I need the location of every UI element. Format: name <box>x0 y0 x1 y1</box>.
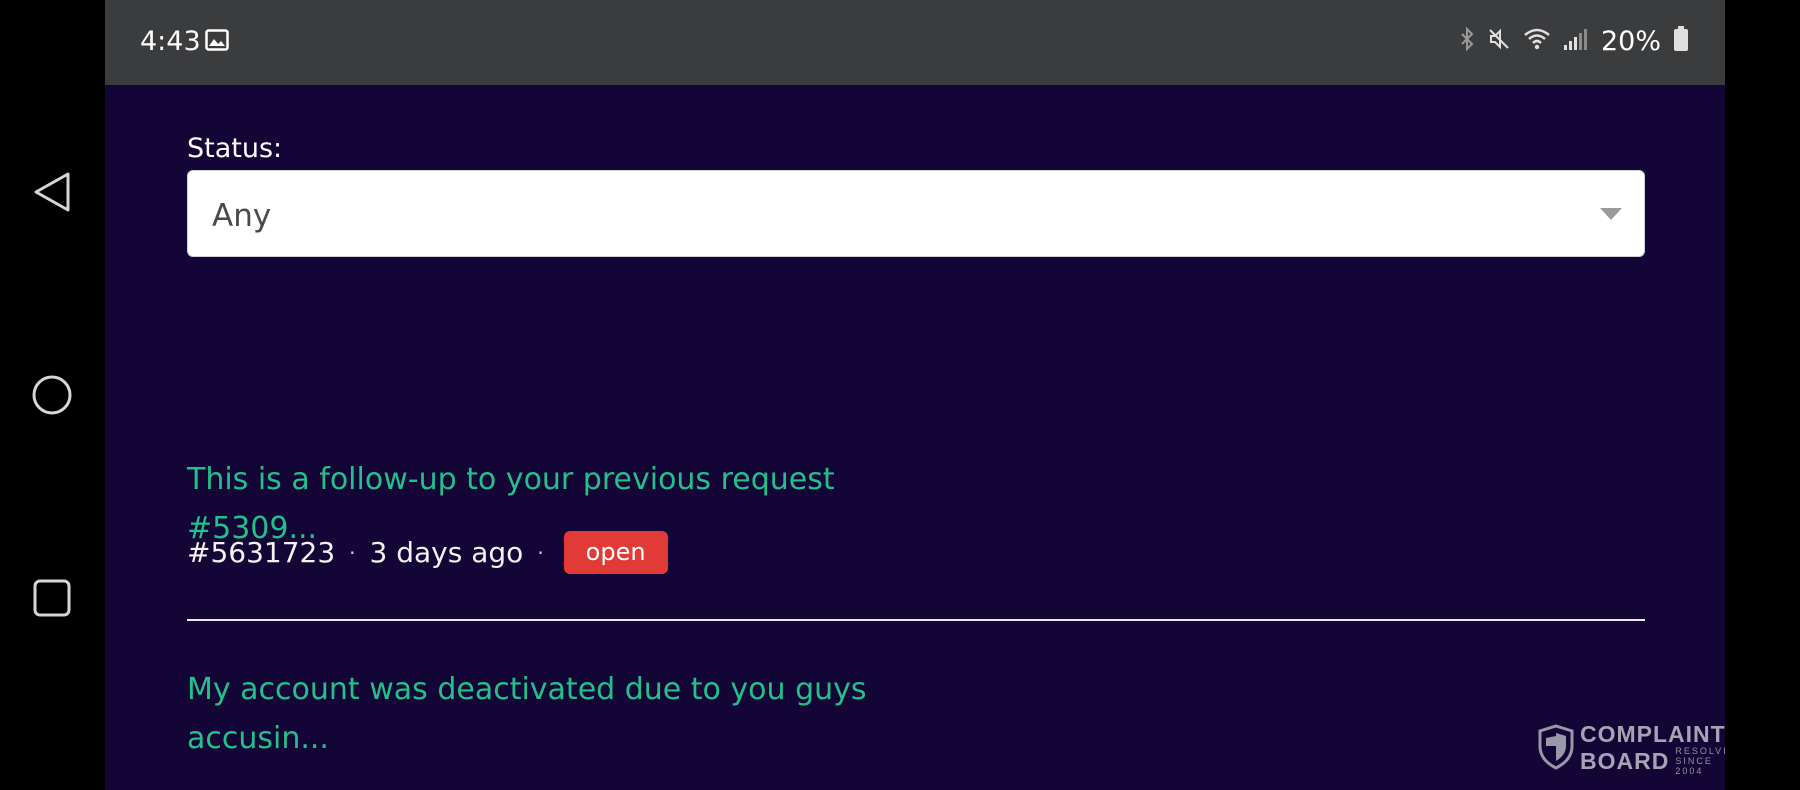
divider <box>187 619 1645 621</box>
request-id: #5631723 <box>187 536 336 569</box>
battery-percent: 20% <box>1600 26 1661 57</box>
signal-icon <box>1563 27 1589 56</box>
watermark-line2: BOARD <box>1580 747 1670 774</box>
request-meta: #5631723 · 3 days ago · open <box>187 531 668 574</box>
screen-edge <box>1725 0 1800 790</box>
request-age: 3 days ago <box>369 536 524 569</box>
meta-separator: · <box>537 540 544 565</box>
status-filter-label: Status: <box>187 133 283 164</box>
status-filter-value: Any <box>212 198 272 234</box>
bluetooth-icon <box>1459 26 1475 56</box>
home-icon[interactable] <box>28 371 76 419</box>
clock: 4:43 <box>140 26 201 57</box>
complaintsboard-watermark: COMPLAINTS BOARD RESOLVING SINCE 2004 <box>1538 723 1745 776</box>
shield-icon <box>1538 724 1574 775</box>
mute-icon <box>1487 27 1511 56</box>
recents-icon[interactable] <box>28 574 76 622</box>
chevron-down-icon <box>1600 208 1622 220</box>
navigation-bar <box>0 0 105 790</box>
wifi-icon <box>1523 27 1551 56</box>
request-title-link[interactable]: My account was deactivated due to you gu… <box>187 665 947 763</box>
requests-page: Status: Any This is a follow-up to your … <box>105 85 1743 790</box>
status-filter-select[interactable]: Any <box>187 170 1645 257</box>
status-icons: 20% <box>1459 26 1689 57</box>
gallery-icon <box>205 29 229 56</box>
status-bar: 4:43 20% <box>105 0 1725 85</box>
battery-icon <box>1673 26 1689 57</box>
screen: 4:43 20% Status: Any This is a follow-up… <box>0 0 1800 790</box>
status-badge: open <box>563 531 668 574</box>
watermark-line1: COMPLAINTS <box>1580 721 1743 747</box>
meta-separator: · <box>349 540 356 565</box>
back-icon[interactable] <box>28 168 76 216</box>
